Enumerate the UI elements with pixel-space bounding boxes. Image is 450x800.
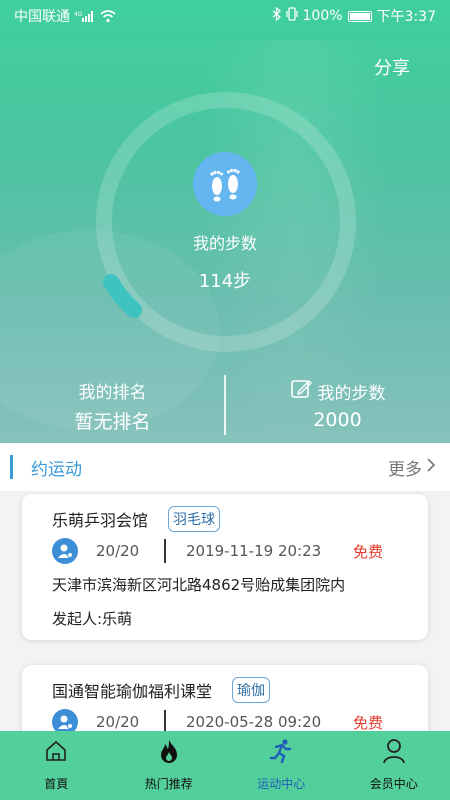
divider bbox=[164, 539, 166, 563]
battery-percent: 100% bbox=[302, 8, 343, 24]
goal-label: 我的步数 bbox=[317, 384, 386, 404]
wifi-icon bbox=[100, 9, 116, 23]
battery-icon bbox=[347, 10, 372, 22]
runner-icon bbox=[267, 737, 295, 765]
ranking-block[interactable]: 我的排名 暂无排名 bbox=[0, 378, 225, 434]
bottom-tab-bar: 首頁 热门推荐 运动中心 会员中心 bbox=[0, 731, 450, 800]
ranking-label: 我的排名 bbox=[78, 383, 147, 403]
tab-label: 会员中心 bbox=[369, 777, 418, 791]
event-tag: 羽毛球 bbox=[168, 506, 221, 532]
goal-block[interactable]: 我的步数 2000 bbox=[225, 378, 450, 431]
edit-icon[interactable] bbox=[290, 378, 312, 405]
event-venue: 乐萌乒羽会馆 bbox=[52, 511, 149, 530]
event-venue: 国通智能瑜伽福利课堂 bbox=[52, 682, 213, 701]
signal-icon: 4G bbox=[74, 10, 96, 22]
tab-member[interactable]: 会员中心 bbox=[338, 731, 450, 800]
status-bar: 中国联通 4G 100% 下午3:37 bbox=[0, 0, 450, 32]
steps-count: 114步 bbox=[198, 271, 252, 292]
participant-count: 20/20 bbox=[96, 542, 140, 560]
bluetooth-icon bbox=[272, 6, 281, 25]
event-tag: 瑜伽 bbox=[232, 677, 271, 703]
section-title: 约运动 bbox=[31, 459, 82, 480]
more-label: 更多 bbox=[388, 459, 422, 480]
event-datetime: 2019-11-19 20:23 bbox=[186, 542, 322, 560]
network-type: 4G bbox=[74, 11, 83, 18]
clock-time: 下午3:37 bbox=[376, 9, 436, 25]
section-header: 约运动 更多 bbox=[0, 443, 450, 491]
share-button[interactable]: 分享 bbox=[374, 54, 410, 80]
home-icon bbox=[42, 737, 70, 765]
tab-label: 运动中心 bbox=[257, 777, 306, 791]
hero-banner: 中国联通 4G 100% 下午3:37 分享 我的步数 114步 我的排名 暂无… bbox=[0, 0, 450, 443]
carrier-name: 中国联通 bbox=[14, 9, 70, 25]
ranking-value: 暂无排名 bbox=[74, 411, 151, 433]
event-price: 免费 bbox=[353, 542, 384, 561]
event-card[interactable]: 乐萌乒羽会馆 羽毛球 20/20 2019-11-19 20:23 免费 天津市… bbox=[22, 494, 428, 640]
chevron-right-icon bbox=[426, 457, 436, 478]
tab-hot[interactable]: 热门推荐 bbox=[113, 731, 226, 800]
more-button[interactable]: 更多 bbox=[388, 455, 436, 480]
tab-home[interactable]: 首頁 bbox=[0, 731, 113, 800]
participants-icon bbox=[52, 538, 78, 564]
tab-sports[interactable]: 运动中心 bbox=[225, 731, 338, 800]
event-price: 免费 bbox=[353, 713, 384, 732]
participant-count: 20/20 bbox=[96, 713, 140, 731]
steps-title: 我的步数 bbox=[192, 234, 257, 253]
event-address: 天津市滨海新区河北路4862号贻成集团院内 bbox=[52, 576, 346, 594]
person-icon bbox=[380, 737, 408, 765]
tab-label: 首頁 bbox=[44, 777, 69, 791]
event-organizer: 发起人:乐萌 bbox=[52, 610, 133, 628]
vibrate-icon bbox=[285, 7, 298, 25]
tab-label: 热门推荐 bbox=[144, 777, 193, 791]
footprints-icon bbox=[193, 152, 257, 216]
event-datetime: 2020-05-28 09:20 bbox=[186, 713, 322, 731]
goal-value: 2000 bbox=[313, 409, 362, 431]
section-accent-bar bbox=[10, 455, 13, 479]
flame-icon bbox=[155, 737, 183, 765]
